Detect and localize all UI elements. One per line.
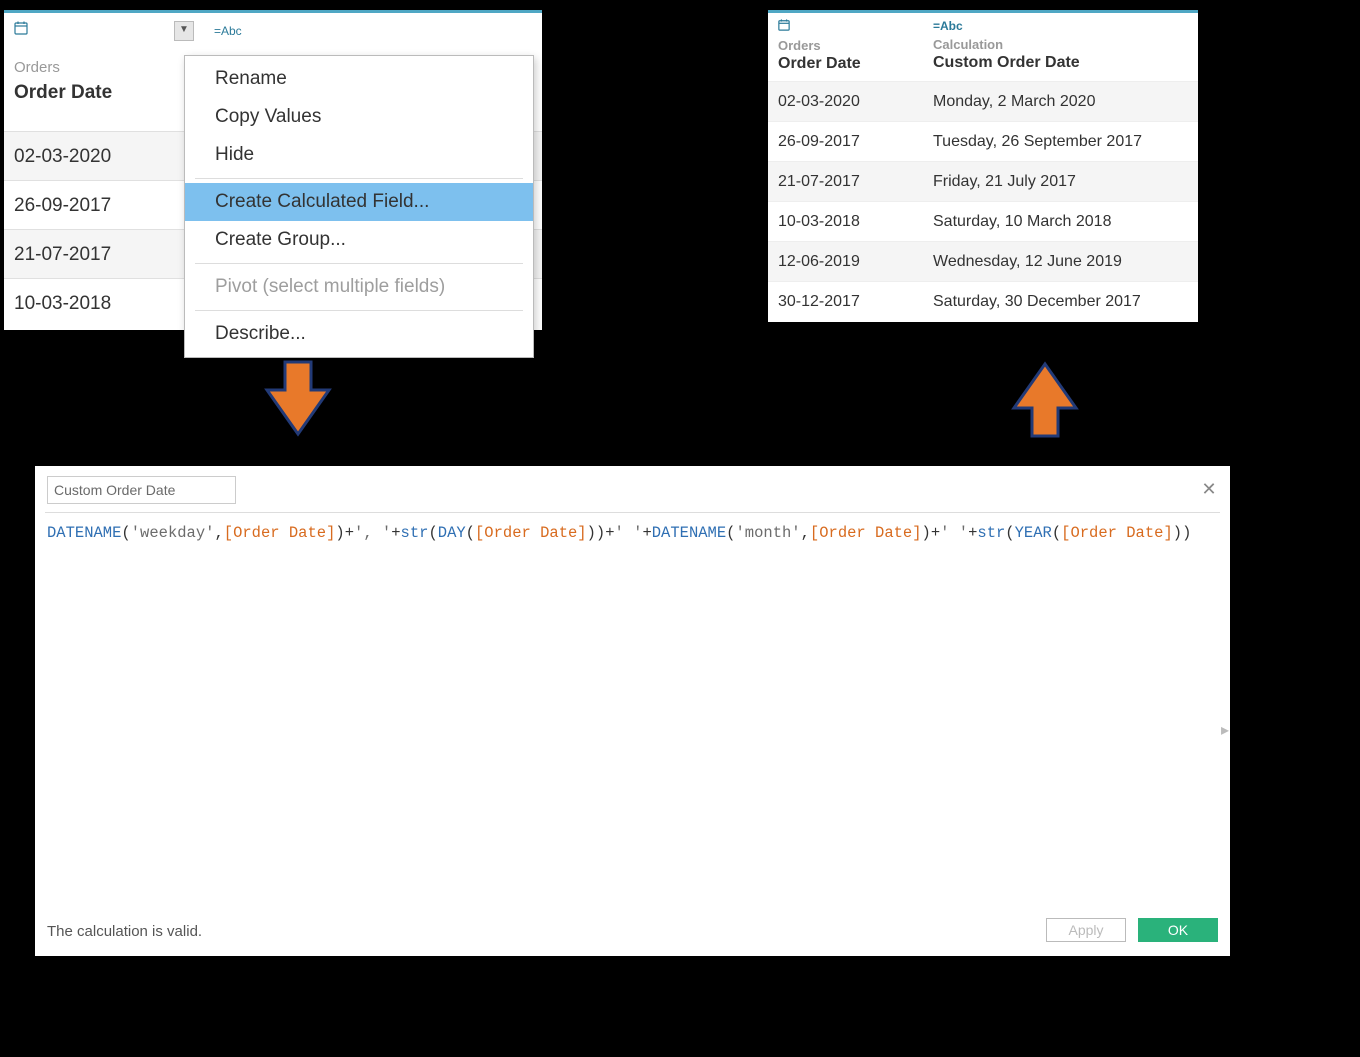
column-field-name: Custom Order Date (933, 54, 1188, 72)
cell-order-date: 02-03-2020 (768, 82, 923, 122)
cell-custom-order-date: Wednesday, 12 June 2019 (923, 242, 1198, 282)
menu-separator (195, 263, 523, 264)
calc-name-input[interactable]: Custom Order Date (47, 476, 236, 504)
divider (45, 512, 1220, 513)
calc-formula-editor[interactable]: DATENAME('weekday',[Order Date])+', '+st… (47, 524, 1210, 542)
column-header-order-date[interactable]: Orders Order Date (768, 13, 923, 82)
cell-custom-order-date: Tuesday, 26 September 2017 (923, 122, 1198, 162)
table-row[interactable]: 10-03-2018Saturday, 10 March 2018 (768, 202, 1198, 242)
menu-separator (195, 310, 523, 311)
menu-separator (195, 178, 523, 179)
cell-order-date: 30-12-2017 (768, 282, 923, 322)
column-header-order-date[interactable]: ▼ Orders Order Date (4, 13, 204, 131)
arrow-down-icon (263, 360, 333, 438)
cell-order-date: 10-03-2018 (768, 202, 923, 242)
cell-order-date: 26-09-2017 (768, 122, 923, 162)
table-row[interactable]: 02-03-2020Monday, 2 March 2020 (768, 82, 1198, 122)
date-type-icon (14, 24, 28, 38)
calc-abc-type-icon: =Abc (214, 24, 242, 38)
column-source-label: Calculation (933, 37, 1188, 52)
menu-item-rename[interactable]: Rename (185, 60, 533, 98)
table-row[interactable]: 30-12-2017Saturday, 30 December 2017 (768, 282, 1198, 322)
menu-item-create-calculated-field[interactable]: Create Calculated Field... (185, 183, 533, 221)
menu-item-pivot: Pivot (select multiple fields) (185, 268, 533, 306)
cell-custom-order-date: Friday, 21 July 2017 (923, 162, 1198, 202)
cell-custom-order-date: Saturday, 10 March 2018 (923, 202, 1198, 242)
column-context-menu: Rename Copy Values Hide Create Calculate… (184, 55, 534, 358)
menu-item-describe[interactable]: Describe... (185, 315, 533, 353)
calc-status-text: The calculation is valid. (47, 923, 202, 940)
expand-handle-icon[interactable]: ▸ (1218, 716, 1232, 746)
table-row[interactable]: 21-07-2017Friday, 21 July 2017 (768, 162, 1198, 202)
close-icon[interactable]: ✕ (1200, 480, 1218, 498)
column-source-label: Orders (14, 59, 194, 76)
apply-button[interactable]: Apply (1046, 918, 1126, 942)
column-field-name: Order Date (778, 55, 913, 73)
cell-custom-order-date: Saturday, 30 December 2017 (923, 282, 1198, 322)
ok-button[interactable]: OK (1138, 918, 1218, 942)
calc-abc-type-icon: =Abc (933, 19, 1188, 33)
calculated-field-editor: Custom Order Date ✕ DATENAME('weekday',[… (35, 466, 1230, 956)
cell-order-date: 12-06-2019 (768, 242, 923, 282)
arrow-up-icon (1010, 360, 1080, 438)
left-data-grid: ▼ Orders Order Date =Abc 02-03-202026-09… (4, 10, 542, 330)
table-row[interactable]: 26-09-2017Tuesday, 26 September 2017 (768, 122, 1198, 162)
right-data-grid: Orders Order Date =Abc Calculation Custo… (768, 10, 1198, 322)
column-source-label: Orders (778, 38, 913, 53)
column-field-name: Order Date (14, 82, 194, 104)
cell-custom-order-date: Monday, 2 March 2020 (923, 82, 1198, 122)
menu-item-hide[interactable]: Hide (185, 136, 533, 174)
menu-item-copy[interactable]: Copy Values (185, 98, 533, 136)
table-row[interactable]: 12-06-2019Wednesday, 12 June 2019 (768, 242, 1198, 282)
column-header-custom-order-date[interactable]: =Abc Calculation Custom Order Date (923, 13, 1198, 82)
cell-order-date: 21-07-2017 (768, 162, 923, 202)
menu-item-create-group[interactable]: Create Group... (185, 221, 533, 259)
column-menu-dropdown[interactable]: ▼ (174, 21, 194, 41)
